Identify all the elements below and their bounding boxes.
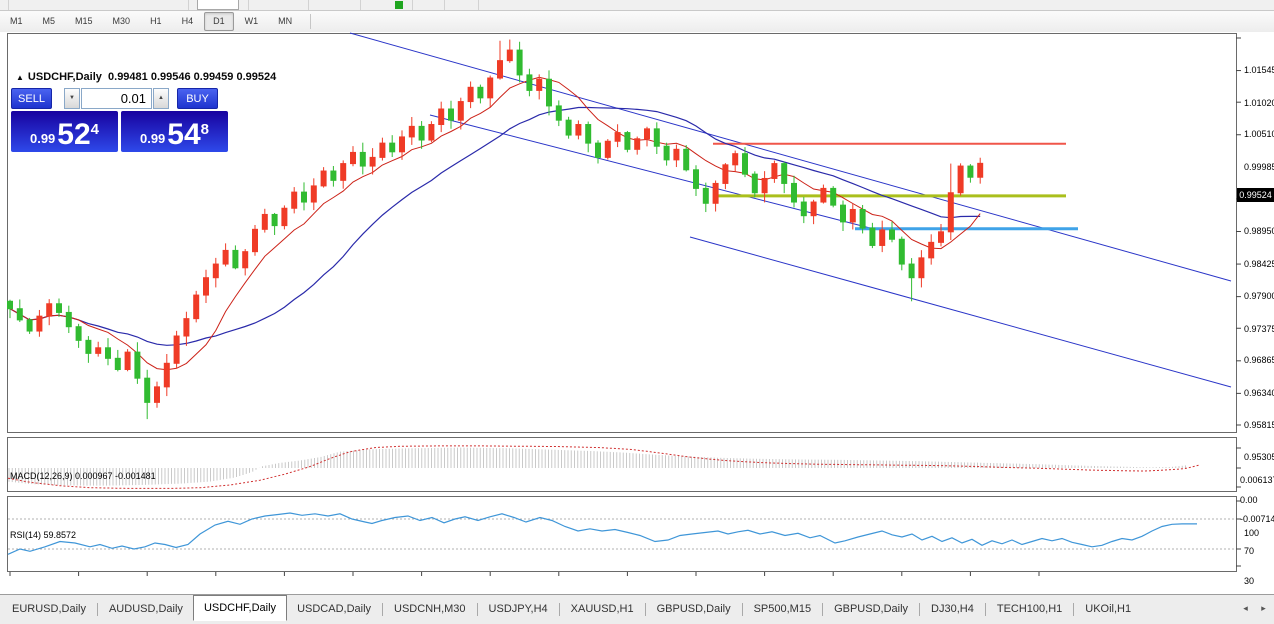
sell-price-prefix: 0.99 — [30, 130, 55, 149]
price-axis-label: 0.98425 — [1244, 259, 1274, 269]
volume-decrease-button[interactable]: ▼ — [64, 88, 80, 109]
ohlc-values: 0.99481 0.99546 0.99459 0.99524 — [108, 71, 276, 83]
timeframe-button-w1[interactable]: W1 — [236, 12, 268, 31]
trendlines-layer — [350, 33, 1231, 387]
toolbar-dropdown-fragment — [197, 0, 239, 10]
timeframe-button-m5[interactable]: M5 — [34, 12, 65, 31]
chart-tab-tech100-h1[interactable]: TECH100,H1 — [987, 598, 1072, 620]
mt4-window: M1M5M15M30H1H4D1W1MN ▲USDCHF,Daily 0.994… — [0, 0, 1274, 624]
tab-separator — [822, 603, 823, 616]
tab-separator — [919, 603, 920, 616]
tab-separator — [382, 603, 383, 616]
volume-input[interactable] — [81, 88, 152, 109]
timeframe-button-h4[interactable]: H4 — [173, 12, 203, 31]
macd-axis-label: 0.006137 — [1240, 475, 1274, 485]
collapse-arrow-icon[interactable]: ▲ — [16, 73, 24, 82]
buy-button[interactable]: BUY — [177, 88, 218, 109]
toolbar-separator — [248, 0, 249, 10]
macd-layer — [8, 446, 1200, 489]
chart-tab-sp500-m15[interactable]: SP500,M15 — [744, 598, 821, 620]
tab-separator — [742, 603, 743, 616]
sell-price-display[interactable]: 0.99 52 4 — [11, 111, 118, 152]
tab-separator — [645, 603, 646, 616]
buy-price-pip: 8 — [201, 121, 209, 138]
tabs-scroll-left-icon[interactable]: ◂ — [1238, 600, 1253, 616]
timeframe-button-m30[interactable]: M30 — [104, 12, 140, 31]
chart-title: ▲ USDCHF,Daily 0.99481 0.99546 0.99459 0.… — [16, 71, 276, 83]
price-axis-label: 0.95305 — [1244, 452, 1274, 462]
volume-increase-button[interactable]: ▲ — [153, 88, 169, 109]
sell-price-pip: 4 — [91, 121, 99, 138]
chart-tab-gbpusd-daily[interactable]: GBPUSD,Daily — [647, 598, 741, 620]
price-axis-label: 0.96865 — [1244, 355, 1274, 365]
chart-tab-xauusd-h1[interactable]: XAUUSD,H1 — [561, 598, 644, 620]
rsi-axis-label: 70 — [1244, 546, 1254, 556]
price-axis-label: 0.98950 — [1244, 226, 1274, 236]
buy-price-big: 54 — [167, 121, 200, 150]
chart-tab-usdcad-daily[interactable]: USDCAD,Daily — [287, 598, 381, 620]
price-axis-label: 0.96340 — [1244, 388, 1274, 398]
chart-window[interactable]: ▲ USDCHF,Daily 0.99481 0.99546 0.99459 0.… — [0, 32, 1274, 594]
macd-axis-label: -0.007142 — [1240, 514, 1274, 524]
toolbar-separator — [412, 0, 413, 10]
toolbar-separator — [478, 0, 479, 10]
sell-button[interactable]: SELL — [11, 88, 52, 109]
toolbar-icon-fragment — [395, 1, 403, 9]
rsi-axis-label: 30 — [1244, 576, 1254, 586]
timeframe-button-d1[interactable]: D1 — [204, 12, 234, 31]
rsi-layer — [8, 513, 1235, 554]
tab-separator — [477, 603, 478, 616]
symbol-period-label: USDCHF,Daily — [28, 71, 102, 83]
timeframe-toolbar: M1M5M15M30H1H4D1W1MN — [0, 11, 1274, 33]
chart-tab-usdcnh-m30[interactable]: USDCNH,M30 — [384, 598, 476, 620]
price-axis-label: 0.97375 — [1244, 324, 1274, 334]
chart-tab-bar: EURUSD,DailyAUDUSD,DailyUSDCHF,DailyUSDC… — [0, 594, 1274, 624]
price-axis-label: 1.01545 — [1244, 65, 1274, 75]
timeframe-button-h1[interactable]: H1 — [141, 12, 171, 31]
toolbar-separator — [310, 14, 311, 29]
chart-tab-usdchf-daily[interactable]: USDCHF,Daily — [193, 595, 287, 621]
sell-price-big: 52 — [57, 121, 90, 150]
tabs-scroll-right-icon[interactable]: ▸ — [1256, 600, 1271, 616]
timeframe-button-m1[interactable]: M1 — [1, 12, 32, 31]
macd-axis-label: 0.00 — [1240, 495, 1258, 505]
rsi-label: RSI(14) 59.8572 — [10, 530, 76, 540]
buy-price-display[interactable]: 0.99 54 8 — [121, 111, 228, 152]
timeframe-button-mn[interactable]: MN — [269, 12, 301, 31]
macd-label: MACD(12,26,9) 0.000967 -0.001481 — [10, 471, 156, 481]
chart-tab-audusd-daily[interactable]: AUDUSD,Daily — [99, 598, 193, 620]
toolbar-separator — [308, 0, 309, 10]
toolbar-separator — [444, 0, 445, 10]
tab-separator — [559, 603, 560, 616]
buy-price-prefix: 0.99 — [140, 130, 165, 149]
chart-tab-ukoil-h1[interactable]: UKOil,H1 — [1075, 598, 1141, 620]
toolbar-separator — [188, 0, 189, 10]
tab-separator — [1073, 603, 1074, 616]
chart-tab-dj30-h4[interactable]: DJ30,H4 — [921, 598, 984, 620]
price-axis-label: 1.00510 — [1244, 129, 1274, 139]
chart-tab-gbpusd-daily[interactable]: GBPUSD,Daily — [824, 598, 918, 620]
toolbar-separator — [360, 0, 361, 10]
chart-tab-usdjpy-h4[interactable]: USDJPY,H4 — [479, 598, 558, 620]
current-price-badge: 0.99524 — [1237, 188, 1274, 202]
top-toolbar-sliver — [0, 0, 1274, 11]
timeframe-button-m15[interactable]: M15 — [66, 12, 102, 31]
price-axis-label: 0.99985 — [1244, 162, 1274, 172]
price-axis-label: 0.95815 — [1244, 420, 1274, 430]
toolbar-separator — [8, 0, 9, 10]
price-axis-label: 1.01020 — [1244, 98, 1274, 108]
tab-separator — [97, 603, 98, 616]
chart-tab-eurusd-daily[interactable]: EURUSD,Daily — [2, 598, 96, 620]
rsi-axis-label: 100 — [1244, 528, 1259, 538]
tab-separator — [985, 603, 986, 616]
price-axis-label: 0.97900 — [1244, 291, 1274, 301]
chart-tabs: EURUSD,DailyAUDUSD,DailyUSDCHF,DailyUSDC… — [2, 597, 1141, 621]
